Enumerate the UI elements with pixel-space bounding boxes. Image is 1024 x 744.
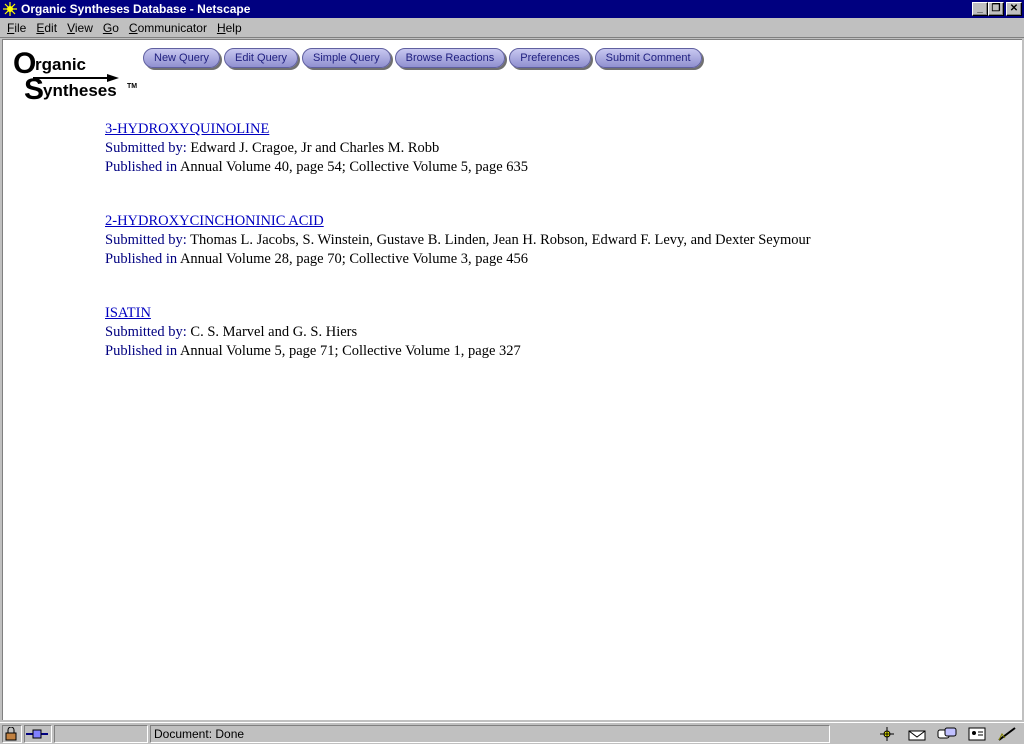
nav-toolbar: New Query Edit Query Simple Query Browse… (143, 48, 706, 68)
menu-view-accel: V (67, 20, 75, 35)
preferences-button[interactable]: Preferences (509, 48, 591, 68)
logo-yntheses: yntheses (43, 81, 117, 100)
edit-query-button[interactable]: Edit Query (224, 48, 298, 68)
netscape-icon (2, 1, 18, 17)
new-query-button[interactable]: New Query (143, 48, 221, 68)
menu-go[interactable]: Go (98, 21, 124, 35)
composer-component-icon[interactable] (994, 725, 1020, 743)
menu-help-label: elp (225, 20, 242, 35)
menu-edit-label: dit (44, 20, 58, 35)
menu-file[interactable]: File (2, 21, 31, 35)
result-title-link[interactable]: 2-HYDROXYCINCHONINIC ACID (105, 213, 324, 229)
logo-s: S (24, 73, 44, 102)
mail-component-icon[interactable] (904, 725, 930, 743)
result-publication: Annual Volume 28, page 70; Collective Vo… (179, 251, 529, 267)
menu-go-label: o (112, 20, 119, 35)
result-title-link[interactable]: ISATIN (105, 305, 151, 321)
title-bar[interactable]: Organic Syntheses Database - Netscape _ … (0, 0, 1024, 18)
submit-comment-button[interactable]: Submit Comment (594, 48, 702, 68)
menu-view[interactable]: View (62, 21, 98, 35)
discussions-component-icon[interactable] (934, 725, 960, 743)
security-lock-icon[interactable] (2, 724, 22, 743)
result-authors: Edward J. Cragoe, Jr and Charles M. Robb (190, 140, 440, 156)
published-in-label: Published in (105, 251, 178, 267)
submitted-by-label: Submitted by: (105, 324, 187, 340)
progress-bar (54, 724, 148, 743)
result-item: 3-HYDROXYQUINOLINE Submitted by: Edward … (105, 120, 811, 177)
close-button[interactable]: ✕ (1006, 2, 1022, 16)
simple-query-button[interactable]: Simple Query (302, 48, 391, 68)
menu-file-label: ile (14, 20, 27, 35)
status-text: Document: Done (154, 726, 245, 741)
minimize-button[interactable]: _ (972, 2, 988, 16)
window-title: Organic Syntheses Database - Netscape (21, 2, 251, 16)
menu-go-accel: G (102, 20, 113, 35)
result-title-link[interactable]: 3-HYDROXYQUINOLINE (105, 121, 269, 137)
menu-view-label: iew (74, 20, 93, 35)
restore-button[interactable]: ❐ (988, 2, 1004, 16)
page-content: O rganic S yntheses TM New Query Edit Qu… (2, 39, 1022, 720)
organic-syntheses-logo[interactable]: O rganic S yntheses TM (13, 46, 143, 102)
logo-rganic: rganic (35, 55, 86, 74)
menu-communicator-label: ommunicator (137, 20, 207, 35)
published-in-label: Published in (105, 343, 178, 359)
connection-icon (24, 724, 52, 743)
status-message: Document: Done (150, 724, 830, 743)
menu-communicator-accel: C (128, 20, 138, 35)
menu-edit[interactable]: Edit (31, 21, 62, 35)
result-authors: Thomas L. Jacobs, S. Winstein, Gustave B… (190, 232, 811, 248)
submitted-by-label: Submitted by: (105, 232, 187, 248)
submitted-by-label: Submitted by: (105, 140, 187, 156)
results-list: 3-HYDROXYQUINOLINE Submitted by: Edward … (105, 120, 811, 396)
browse-reactions-button[interactable]: Browse Reactions (394, 48, 506, 68)
status-bar: Document: Done (0, 722, 1024, 744)
address-book-icon[interactable] (964, 725, 990, 743)
result-item: ISATIN Submitted by: C. S. Marvel and G.… (105, 304, 811, 361)
menu-communicator[interactable]: Communicator (124, 21, 212, 35)
result-item: 2-HYDROXYCINCHONINIC ACID Submitted by: … (105, 212, 811, 269)
result-publication: Annual Volume 40, page 54; Collective Vo… (179, 159, 529, 175)
menu-help-accel: H (216, 20, 226, 35)
menu-bar: File Edit View Go Communicator Help (0, 18, 1024, 38)
menu-help[interactable]: Help (212, 21, 247, 35)
navigator-component-icon[interactable] (874, 725, 900, 743)
result-authors: C. S. Marvel and G. S. Hiers (190, 324, 358, 340)
result-publication: Annual Volume 5, page 71; Collective Vol… (179, 343, 521, 359)
logo-tm: TM (127, 83, 137, 90)
published-in-label: Published in (105, 159, 178, 175)
